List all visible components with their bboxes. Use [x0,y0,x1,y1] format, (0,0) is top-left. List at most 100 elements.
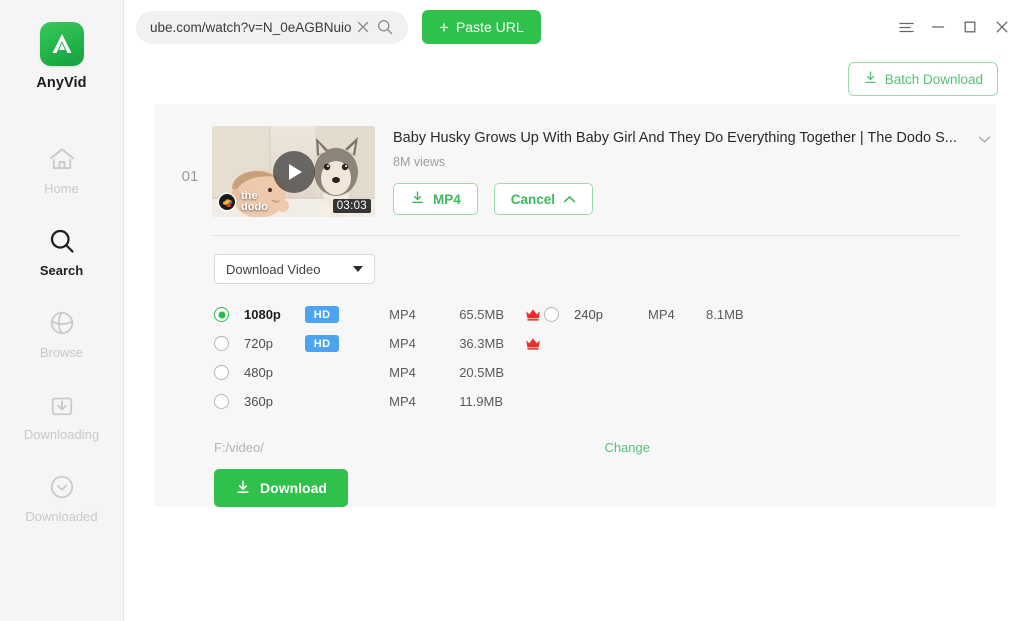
download-button[interactable]: Download [214,469,348,507]
format-label: MP4 [433,191,461,207]
quality-radio[interactable] [214,394,229,409]
sidebar-item-label: Browse [39,345,84,360]
quality-size: 20.5MB [459,365,504,380]
quality-format: MP4 [389,307,416,322]
plus-icon: + [439,17,449,37]
sidebar-item-label: Downloaded [25,509,98,524]
quality-size: 11.9MB [459,394,504,409]
download-box-icon [47,390,77,420]
sidebar-item-label: Downloading [23,427,100,442]
quality-option-row[interactable]: 1080p HD MP4 65.5MB [214,300,544,329]
sidebar: AnyVid Home Search Browse Downloading Do… [0,0,124,621]
quality-option-row[interactable]: 720p HD MP4 36.3MB [214,329,544,358]
result-index: 01 [181,168,199,185]
sidebar-item-home[interactable]: Home [0,129,123,211]
quality-option-row[interactable]: 480p MP4 20.5MB [214,358,544,387]
video-meta: Baby Husky Grows Up With Baby Girl And T… [375,126,991,217]
sidebar-item-label: Home [44,181,79,196]
quality-size: 36.3MB [459,336,504,351]
cancel-label: Cancel [510,191,556,207]
close-icon[interactable] [352,16,374,38]
paste-url-button[interactable]: + Paste URL [422,10,541,44]
quality-radio[interactable] [214,307,229,322]
url-search-box[interactable]: ube.com/watch?v=N_0eAGBNuio [136,10,408,44]
app-window: AnyVid Home Search Browse Downloading Do… [0,0,1024,621]
batch-bar: Batch Download [124,54,1024,104]
sidebar-item-browse[interactable]: Browse [0,293,123,375]
sidebar-item-search[interactable]: Search [0,211,123,293]
quality-size: 8.1MB [706,307,744,322]
hd-badge-slot: HD [305,335,340,352]
main-area: ube.com/watch?v=N_0eAGBNuio + Paste URL [124,0,1024,621]
premium-crown-icon [522,308,544,321]
format-button[interactable]: MP4 [393,183,478,215]
chevron-down-icon [353,266,363,272]
quality-option-row[interactable]: 360p MP4 11.9MB [214,387,544,416]
hd-badge: HD [305,306,340,323]
quality-format: MP4 [389,336,416,351]
search-icon [47,226,77,256]
download-icon [863,70,878,88]
quality-radio[interactable] [214,365,229,380]
dodo-logo-icon [217,192,237,212]
download-icon [410,190,425,208]
premium-crown-icon [522,337,544,350]
quality-radio[interactable] [544,307,559,322]
video-duration: 03:03 [332,199,371,213]
video-views: 8M views [393,155,446,169]
watermark-line-2: dodo [241,201,268,213]
check-circle-icon [47,472,77,502]
quality-resolution: 360p [244,394,273,409]
channel-watermark: the dodo [217,191,268,213]
results-stage: 01 the dodo 03:03 Baby Husky Grows Up Wi… [124,104,1024,621]
quality-grid: 1080p HD MP4 65.5MB 720p HD MP4 36.3MB 4… [214,300,960,416]
quality-radio[interactable] [214,336,229,351]
paste-url-label: Paste URL [455,19,524,35]
download-options: Download Video 1080p HD MP4 65.5MB 720p … [154,236,996,507]
download-icon [235,479,251,498]
quality-option-row[interactable]: 240p MP4 8.1MB [544,300,960,329]
quality-format: MP4 [648,307,675,322]
quality-resolution: 720p [244,336,273,351]
chevron-down-icon[interactable] [978,131,991,149]
quality-column-right: 240p MP4 8.1MB [544,300,960,416]
hamburger-menu-icon[interactable] [892,13,920,41]
save-path: F:/video/ [214,440,264,455]
download-label: Download [260,480,327,496]
search-icon[interactable] [374,16,396,38]
video-title: Baby Husky Grows Up With Baby Girl And T… [393,130,957,146]
video-result-card: 01 the dodo 03:03 Baby Husky Grows Up Wi… [154,104,996,507]
play-icon[interactable] [272,150,315,193]
action-buttons: MP4 Cancel [393,183,991,215]
anyvid-logo-icon [39,22,84,66]
save-path-row: F:/video/ Change [214,440,960,455]
sidebar-nav: Home Search Browse Downloading Downloade… [0,129,123,539]
sidebar-item-label: Search [39,263,84,278]
video-thumbnail[interactable]: the dodo 03:03 [212,126,375,217]
batch-download-label: Batch Download [884,71,983,87]
cancel-button[interactable]: Cancel [493,183,594,215]
maximize-icon[interactable] [956,13,984,41]
top-bar: ube.com/watch?v=N_0eAGBNuio + Paste URL [124,0,1024,54]
search-input[interactable]: ube.com/watch?v=N_0eAGBNuio [150,11,352,44]
browse-globe-icon [47,308,77,338]
quality-size: 65.5MB [459,307,504,322]
quality-column-left: 1080p HD MP4 65.5MB 720p HD MP4 36.3MB 4… [214,300,544,416]
video-header-row: 01 the dodo 03:03 Baby Husky Grows Up Wi… [154,126,996,217]
quality-resolution: 480p [244,365,273,380]
quality-resolution: 240p [574,307,603,322]
quality-format: MP4 [389,365,416,380]
brand: AnyVid [0,0,123,91]
window-controls [892,0,1016,54]
batch-download-button[interactable]: Batch Download [847,62,998,96]
sidebar-item-downloaded[interactable]: Downloaded [0,457,123,539]
sidebar-item-downloading[interactable]: Downloading [0,375,123,457]
download-mode-value: Download Video [226,261,321,277]
quality-resolution: 1080p [244,307,281,322]
hd-badge-slot: HD [305,306,340,323]
minimize-icon[interactable] [924,13,952,41]
change-path-link[interactable]: Change [604,440,650,455]
close-icon[interactable] [988,13,1016,41]
download-mode-select[interactable]: Download Video [214,254,375,284]
hd-badge: HD [305,335,340,352]
